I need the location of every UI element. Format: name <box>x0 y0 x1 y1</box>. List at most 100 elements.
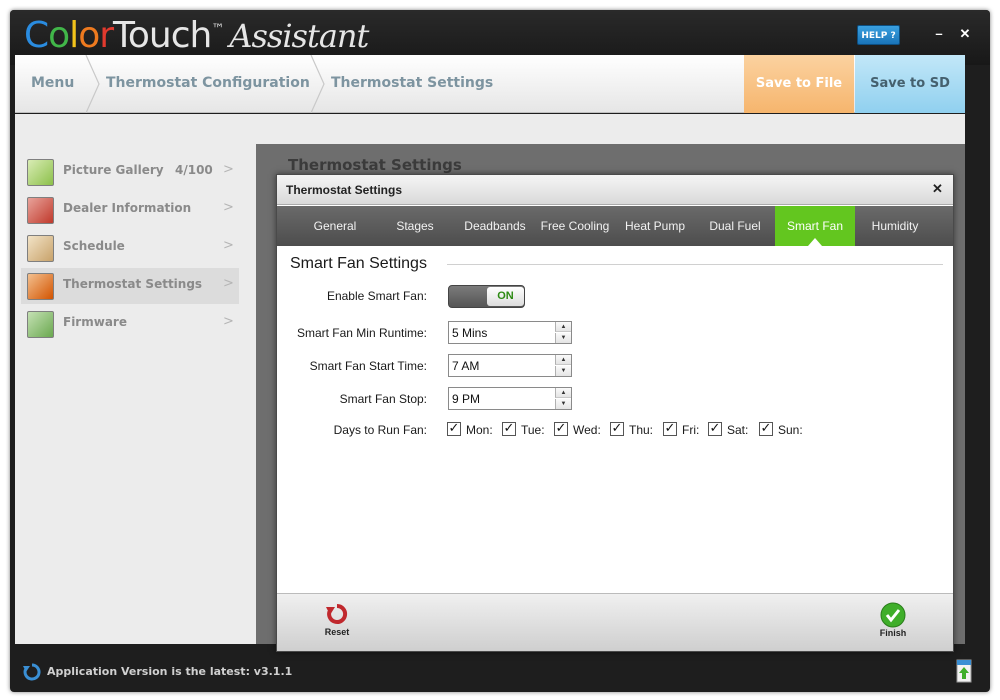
breadcrumb-thermostat-configuration[interactable]: Thermostat Configuration <box>106 55 310 113</box>
sidebar-item-firmware[interactable]: Firmware > <box>21 306 239 342</box>
stop-time-label: Smart Fan Stop: <box>339 392 427 406</box>
enable-smart-fan-toggle[interactable]: ON <box>448 285 525 308</box>
day-label: Tue: <box>521 423 545 437</box>
tab-bar: General Stages Deadbands Free Cooling He… <box>277 206 953 246</box>
day-label: Sun: <box>778 423 803 437</box>
status-text: Application Version is the latest: v3.1.… <box>47 665 293 678</box>
breadcrumb-thermostat-settings: Thermostat Settings <box>331 75 494 91</box>
tab-general[interactable]: General <box>295 206 375 246</box>
checkbox-checked-icon[interactable]: ✓ <box>502 422 516 436</box>
help-button[interactable]: HELP ? <box>857 25 900 45</box>
breadcrumb-menu[interactable]: Menu <box>31 55 74 113</box>
logo-subtitle: Assistant <box>229 17 369 55</box>
enable-smart-fan-label: Enable Smart Fan: <box>326 289 427 303</box>
minimize-button[interactable]: – <box>932 24 946 44</box>
calendar-icon <box>27 235 54 262</box>
picture-gallery-icon <box>27 159 54 186</box>
tab-free-cooling[interactable]: Free Cooling <box>535 206 615 246</box>
refresh-icon <box>23 663 41 681</box>
thermostat-settings-dialog: Thermostat Settings ✕ General Stages Dea… <box>276 174 954 652</box>
briefcase-icon <box>27 197 54 224</box>
sidebar-item-label: Picture Gallery <box>63 163 164 177</box>
start-time-spinner[interactable]: 7 AM ▲ ▼ <box>448 354 572 377</box>
chevron-right-icon: > <box>223 200 234 215</box>
tab-heat-pump[interactable]: Heat Pump <box>615 206 695 246</box>
save-to-sd-button[interactable]: Save to SD <box>855 55 965 113</box>
spin-up-icon[interactable]: ▲ <box>555 355 571 365</box>
checkbox-checked-icon[interactable]: ✓ <box>610 422 624 436</box>
sidebar-item-label: Dealer Information <box>63 201 192 215</box>
checkbox-checked-icon[interactable]: ✓ <box>759 422 773 436</box>
min-runtime-label: Smart Fan Min Runtime: <box>296 326 427 340</box>
sidebar-item-count: 4/100 <box>175 163 213 177</box>
thermostat-icon <box>27 273 54 300</box>
checkbox-checked-icon[interactable]: ✓ <box>554 422 568 436</box>
sidebar-item-picture-gallery[interactable]: Picture Gallery 4/100 > <box>21 154 239 190</box>
tab-dual-fuel[interactable]: Dual Fuel <box>695 206 775 246</box>
logo-letter: r <box>99 15 114 56</box>
reset-label: Reset <box>324 627 350 637</box>
spin-down-icon[interactable]: ▼ <box>555 399 571 409</box>
logo-letter: l <box>69 15 79 56</box>
chip-icon <box>27 311 54 338</box>
tab-stages[interactable]: Stages <box>375 206 455 246</box>
toggle-state: ON <box>487 287 524 306</box>
logo-letter: o <box>48 15 70 56</box>
logo-letter: Touch <box>113 15 212 56</box>
status-bar: Application Version is the latest: v3.1.… <box>10 655 990 692</box>
content-panel-title: Thermostat Settings <box>288 156 462 174</box>
logo-wordmark: ColorTouch <box>24 15 212 56</box>
days-to-run-label: Days to Run Fan: <box>333 423 427 437</box>
checkmark-circle-icon <box>880 602 906 628</box>
day-label: Fri: <box>682 423 700 437</box>
breadcrumb-separator-icon <box>85 55 100 113</box>
start-time-value: 7 AM <box>452 359 480 373</box>
tab-deadbands[interactable]: Deadbands <box>455 206 535 246</box>
sidebar-item-thermostat-settings[interactable]: Thermostat Settings > <box>21 268 239 304</box>
sidebar-item-label: Firmware <box>63 315 127 329</box>
breadcrumb-separator-icon <box>310 55 325 113</box>
logo-trademark: ™ <box>211 22 224 37</box>
min-runtime-value: 5 Mins <box>452 326 488 340</box>
logo-letter: o <box>78 15 100 56</box>
dialog-header: Thermostat Settings ✕ <box>277 175 953 205</box>
reset-icon <box>326 603 348 624</box>
stop-time-spinner[interactable]: 9 PM ▲ ▼ <box>448 387 572 410</box>
dialog-title: Thermostat Settings <box>286 183 403 197</box>
day-label: Mon: <box>466 423 493 437</box>
reset-button[interactable]: Reset <box>315 602 359 646</box>
spin-up-icon[interactable]: ▲ <box>555 322 571 332</box>
start-time-label: Smart Fan Start Time: <box>309 359 427 373</box>
sd-card-icon[interactable] <box>956 659 972 683</box>
checkbox-checked-icon[interactable]: ✓ <box>708 422 722 436</box>
chevron-right-icon: > <box>223 162 234 177</box>
sidebar-item-schedule[interactable]: Schedule > <box>21 230 239 266</box>
dialog-footer: Reset Finish <box>277 593 953 651</box>
close-button[interactable]: ✕ <box>958 24 972 44</box>
sidebar-item-label: Schedule <box>63 239 125 253</box>
app-logo: ColorTouch™ Assistant <box>24 15 369 56</box>
spin-down-icon[interactable]: ▼ <box>555 366 571 376</box>
finish-button[interactable]: Finish <box>871 602 915 646</box>
checkbox-checked-icon[interactable]: ✓ <box>447 422 461 436</box>
day-label: Wed: <box>573 423 601 437</box>
dialog-close-button[interactable]: ✕ <box>932 181 943 197</box>
breadcrumb: Menu Thermostat Configuration Thermostat… <box>15 55 965 113</box>
spin-up-icon[interactable]: ▲ <box>555 388 571 398</box>
chevron-right-icon: > <box>223 238 234 253</box>
day-label: Sat: <box>727 423 749 437</box>
spin-down-icon[interactable]: ▼ <box>555 333 571 343</box>
sidebar-item-label: Thermostat Settings <box>63 277 203 291</box>
save-to-file-button[interactable]: Save to File <box>744 55 854 113</box>
finish-label: Finish <box>879 628 907 638</box>
sidebar: Picture Gallery 4/100 > Dealer Informati… <box>15 114 247 644</box>
sidebar-item-dealer-information[interactable]: Dealer Information > <box>21 192 239 228</box>
checkbox-checked-icon[interactable]: ✓ <box>663 422 677 436</box>
section-divider <box>447 264 943 265</box>
min-runtime-spinner[interactable]: 5 Mins ▲ ▼ <box>448 321 572 344</box>
stop-time-value: 9 PM <box>452 392 481 406</box>
section-title: Smart Fan Settings <box>290 255 427 272</box>
tab-humidity[interactable]: Humidity <box>855 206 935 246</box>
day-label: Thu: <box>629 423 654 437</box>
tab-smart-fan[interactable]: Smart Fan <box>775 206 855 246</box>
